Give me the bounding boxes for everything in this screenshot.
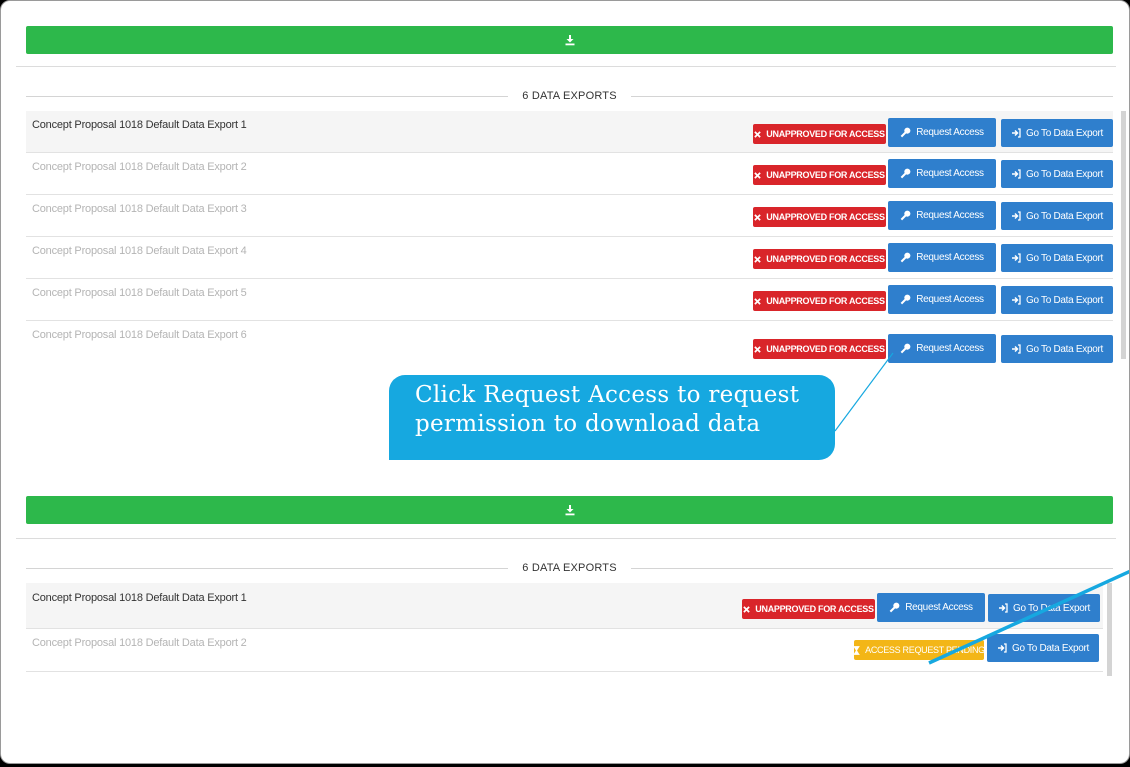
sign-in-icon	[1011, 128, 1021, 138]
download-all-button[interactable]	[26, 26, 1113, 54]
access-pending-badge: ACCESS REQUEST PENDING	[853, 640, 985, 660]
export-name: Concept Proposal 1018 Default Data Expor…	[32, 203, 247, 215]
go-to-data-export-button[interactable]: Go To Data Export	[988, 594, 1100, 622]
sign-in-icon	[1011, 344, 1021, 354]
sign-in-icon	[1011, 295, 1021, 305]
callout-line-2: permission to download data	[415, 411, 761, 437]
key-icon	[900, 252, 911, 263]
export-name: Concept Proposal 1018 Default Data Expor…	[32, 592, 247, 604]
sign-in-icon	[997, 643, 1007, 653]
data-export-table: Concept Proposal 1018 Default Data Expor…	[26, 111, 1113, 363]
request-access-button[interactable]: Request Access	[888, 201, 996, 230]
x-icon	[754, 171, 762, 179]
export-name: Concept Proposal 1018 Default Data Expor…	[32, 119, 247, 131]
go-to-data-export-button[interactable]: Go To Data Export	[1001, 286, 1113, 314]
x-icon	[754, 345, 762, 353]
x-icon	[743, 605, 751, 613]
callout-line-1: Click Request Access to request	[415, 382, 800, 408]
table-row: Concept Proposal 1018 Default Data Expor…	[26, 195, 1113, 237]
sign-in-icon	[998, 603, 1008, 613]
scrollbar[interactable]	[1121, 111, 1126, 359]
export-name: Concept Proposal 1018 Default Data Expor…	[32, 287, 247, 299]
key-icon	[900, 294, 911, 305]
export-name: Concept Proposal 1018 Default Data Expor…	[32, 161, 247, 173]
scrollbar[interactable]	[1107, 583, 1112, 676]
table-row: Concept Proposal 1018 Default Data Expor…	[26, 321, 1113, 363]
unapproved-badge: UNAPPROVED FOR ACCESS	[753, 249, 886, 269]
go-to-data-export-button[interactable]: Go To Data Export	[1001, 244, 1113, 272]
export-name: Concept Proposal 1018 Default Data Expor…	[32, 329, 247, 341]
x-icon	[754, 213, 762, 221]
table-row: Concept Proposal 1018 Default Data Expor…	[26, 583, 1103, 629]
request-access-button[interactable]: Request Access	[888, 243, 996, 272]
unapproved-badge: UNAPPROVED FOR ACCESS	[742, 599, 875, 619]
sign-in-icon	[1011, 253, 1021, 263]
export-name: Concept Proposal 1018 Default Data Expor…	[32, 637, 247, 649]
unapproved-badge: UNAPPROVED FOR ACCESS	[753, 207, 886, 227]
request-access-button[interactable]: Request Access	[888, 285, 996, 314]
key-icon	[900, 127, 911, 138]
go-to-data-export-button[interactable]: Go To Data Export	[1001, 202, 1113, 230]
x-icon	[754, 130, 762, 138]
key-icon	[889, 602, 900, 613]
unapproved-badge: UNAPPROVED FOR ACCESS	[753, 124, 886, 144]
request-access-button[interactable]: Request Access	[888, 159, 996, 188]
instruction-callout: Click Request Access to request permissi…	[389, 375, 835, 460]
section-header: 6 DATA EXPORTS	[26, 561, 1113, 575]
go-to-data-export-button[interactable]: Go To Data Export	[1001, 160, 1113, 188]
key-icon	[900, 168, 911, 179]
section-header: 6 DATA EXPORTS	[26, 89, 1113, 103]
sign-in-icon	[1011, 211, 1021, 221]
key-icon	[900, 343, 911, 354]
table-row: Concept Proposal 1018 Default Data Expor…	[26, 629, 1103, 672]
export-name: Concept Proposal 1018 Default Data Expor…	[32, 245, 247, 257]
x-icon	[754, 255, 762, 263]
data-export-table: Concept Proposal 1018 Default Data Expor…	[26, 583, 1103, 672]
table-row: Concept Proposal 1018 Default Data Expor…	[26, 153, 1113, 195]
hourglass-icon	[853, 645, 860, 655]
section-title: 6 DATA EXPORTS	[522, 562, 617, 574]
download-icon	[565, 35, 574, 46]
unapproved-badge: UNAPPROVED FOR ACCESS	[753, 165, 886, 185]
sign-in-icon	[1011, 169, 1021, 179]
go-to-data-export-button[interactable]: Go To Data Export	[1001, 335, 1113, 363]
table-row: Concept Proposal 1018 Default Data Expor…	[26, 111, 1113, 153]
screenshot-frame: 6 DATA EXPORTS Concept Proposal 1018 Def…	[0, 0, 1130, 764]
download-icon	[565, 505, 574, 516]
section-title: 6 DATA EXPORTS	[522, 90, 617, 102]
go-to-data-export-button[interactable]: Go To Data Export	[1001, 119, 1113, 147]
divider	[16, 66, 1116, 67]
table-row: Concept Proposal 1018 Default Data Expor…	[26, 237, 1113, 279]
x-icon	[754, 297, 762, 305]
key-icon	[900, 210, 911, 221]
table-row: Concept Proposal 1018 Default Data Expor…	[26, 279, 1113, 321]
unapproved-badge: UNAPPROVED FOR ACCESS	[753, 291, 886, 311]
go-to-data-export-button[interactable]: Go To Data Export	[987, 634, 1099, 662]
download-all-button[interactable]	[26, 496, 1113, 524]
request-access-button[interactable]: Request Access	[877, 593, 985, 622]
callout-pointer-line	[834, 352, 894, 432]
unapproved-badge: UNAPPROVED FOR ACCESS	[753, 339, 886, 359]
divider	[16, 538, 1116, 539]
request-access-button[interactable]: Request Access	[888, 118, 996, 147]
request-access-button[interactable]: Request Access	[888, 334, 996, 363]
